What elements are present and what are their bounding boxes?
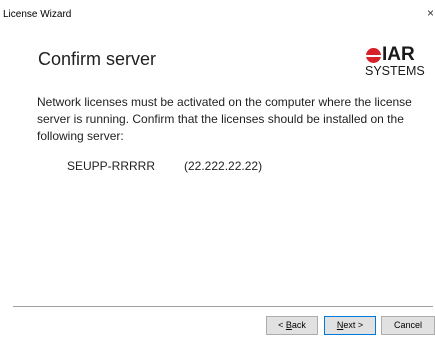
next-button-rest: ext > [343, 320, 364, 330]
wizard-header: Confirm server IAR SYSTEMS [0, 28, 435, 88]
back-button-rest: ack [291, 320, 306, 330]
server-address: (22.222.22.22) [184, 159, 263, 173]
content-area: Network licenses must be activated on th… [37, 94, 417, 145]
logo-top-row: IAR [365, 44, 425, 65]
footer-divider [13, 306, 433, 307]
next-button[interactable]: Next > [324, 316, 376, 335]
description-text: Network licenses must be activated on th… [37, 95, 412, 143]
server-name: SEUPP-RRRRR [67, 159, 156, 173]
window-title: License Wizard [3, 9, 72, 20]
logo-iar-text: IAR [382, 44, 415, 65]
title-bar[interactable]: License Wizard × [0, 0, 435, 28]
cancel-button[interactable]: Cancel [381, 316, 435, 335]
logo-dot-icon [366, 48, 381, 63]
license-wizard-window: License Wizard × Confirm server IAR SYST… [0, 0, 435, 339]
back-button-prefix: < [278, 320, 286, 330]
logo-systems-text: SYSTEMS [365, 64, 425, 78]
back-button[interactable]: < Back [266, 316, 318, 335]
page-title: Confirm server [38, 49, 157, 69]
iar-systems-logo: IAR SYSTEMS [365, 44, 425, 78]
close-icon[interactable]: × [427, 7, 434, 19]
